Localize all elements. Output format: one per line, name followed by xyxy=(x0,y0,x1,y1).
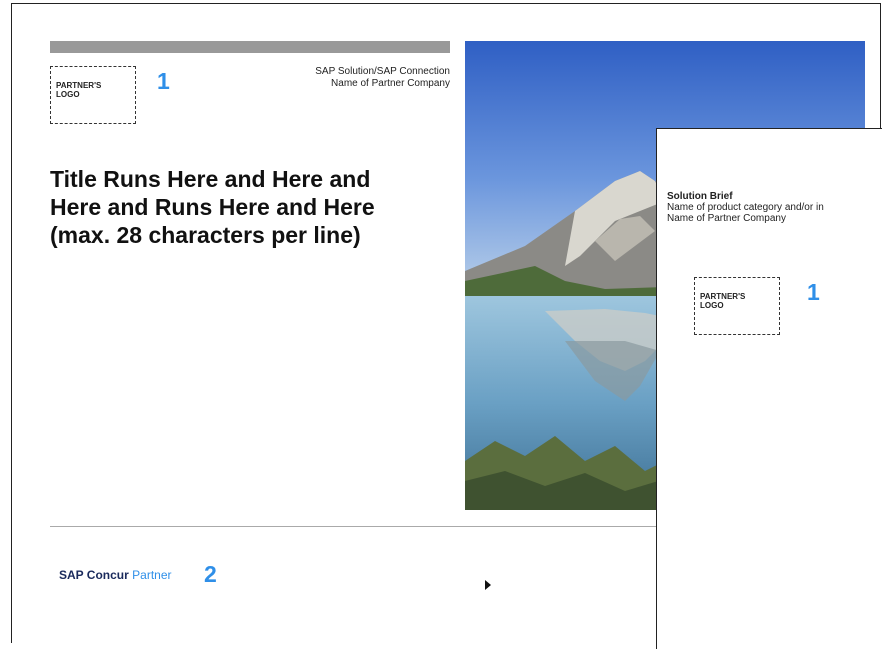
footer-divider xyxy=(50,526,656,527)
page-title: Title Runs Here and Here and Here and Ru… xyxy=(50,165,450,249)
back-callout-number-1: 1 xyxy=(807,279,820,305)
callout-number-1: 1 xyxy=(157,68,170,94)
brief-title: Solution Brief xyxy=(667,191,733,202)
partner-text: Partner xyxy=(132,568,172,582)
brief-line2: Name of Partner Company xyxy=(667,213,786,224)
title-line-1: Title Runs Here and Here and xyxy=(50,166,371,192)
logo-label-line2: LOGO xyxy=(56,90,80,99)
logo-label-line1: PARTNER'S xyxy=(56,81,102,90)
solution-brief-block: Solution Brief Name of product category … xyxy=(667,191,824,224)
callout-number-2: 2 xyxy=(204,561,217,587)
back-logo-label-line1: PARTNER'S xyxy=(700,292,746,301)
title-line-2: Here and Runs Here and Here xyxy=(50,194,375,220)
concur-brand-text: SAP Concur xyxy=(59,568,129,582)
title-line-3: (max. 28 characters per line) xyxy=(50,222,361,248)
sap-concur-partner-logo: SAP Concur Partner xyxy=(59,568,172,582)
back-page: Solution Brief Name of product category … xyxy=(656,128,882,649)
back-logo-label-line2: LOGO xyxy=(700,301,724,310)
header-gray-bar xyxy=(50,41,450,53)
solution-info: SAP Solution/SAP Connection Name of Part… xyxy=(250,66,450,90)
play-arrow-icon xyxy=(485,580,491,590)
back-partner-logo-placeholder: PARTNER'S LOGO xyxy=(694,277,780,335)
partner-company: Name of Partner Company xyxy=(331,78,450,89)
brief-line1: Name of product category and/or in xyxy=(667,202,824,213)
partner-logo-placeholder: PARTNER'S LOGO xyxy=(50,66,136,124)
solution-line: SAP Solution/SAP Connection xyxy=(315,66,450,77)
